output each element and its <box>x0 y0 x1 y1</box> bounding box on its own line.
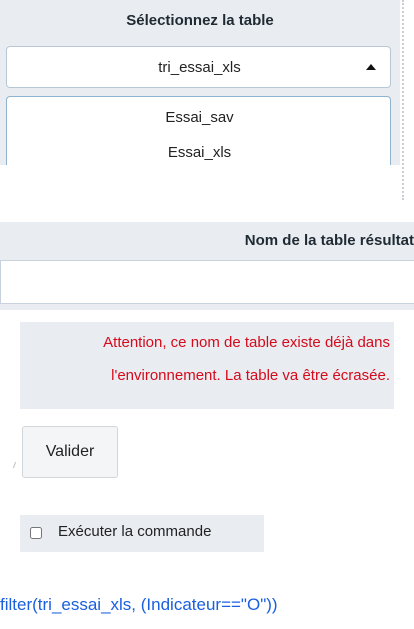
caret-up-icon <box>366 64 376 70</box>
overwrite-warning: Attention, ce nom de table existe déjà d… <box>20 322 394 409</box>
command-preview: filter(tri_essai_xls, (Indicateur=="O")) <box>0 595 278 614</box>
table-select-label: Sélectionnez la table <box>126 12 274 29</box>
dropdown-option-essai-sav[interactable]: Essai_sav <box>7 109 392 126</box>
execute-command-label[interactable]: Exécuter la commande <box>58 523 211 540</box>
stray-mark <box>12 462 19 468</box>
scroll-guide <box>402 0 404 200</box>
result-table-panel: Nom de la table résultat <box>0 222 414 310</box>
table-select-panel: Sélectionnez la table tri_essai_xls Essa… <box>0 0 400 165</box>
result-table-label: Nom de la table résultat <box>244 232 414 249</box>
execute-command-checkbox[interactable] <box>30 527 42 539</box>
validate-button[interactable]: Valider <box>22 426 118 478</box>
table-select-value: tri_essai_xls <box>158 59 241 76</box>
warning-text-line-1: Attention, ce nom de table existe déjà d… <box>103 334 390 351</box>
page: Sélectionnez la table tri_essai_xls Essa… <box>0 0 414 629</box>
result-table-input[interactable] <box>0 260 414 304</box>
table-select[interactable]: tri_essai_xls <box>6 46 391 88</box>
execute-command-row: Exécuter la commande <box>20 515 264 552</box>
dropdown-option-essai-xls[interactable]: Essai_xls <box>7 144 392 161</box>
table-dropdown-list: Essai_sav Essai_xls <box>6 96 391 165</box>
warning-text-line-2: l'environnement. La table va être écrasé… <box>111 367 390 384</box>
